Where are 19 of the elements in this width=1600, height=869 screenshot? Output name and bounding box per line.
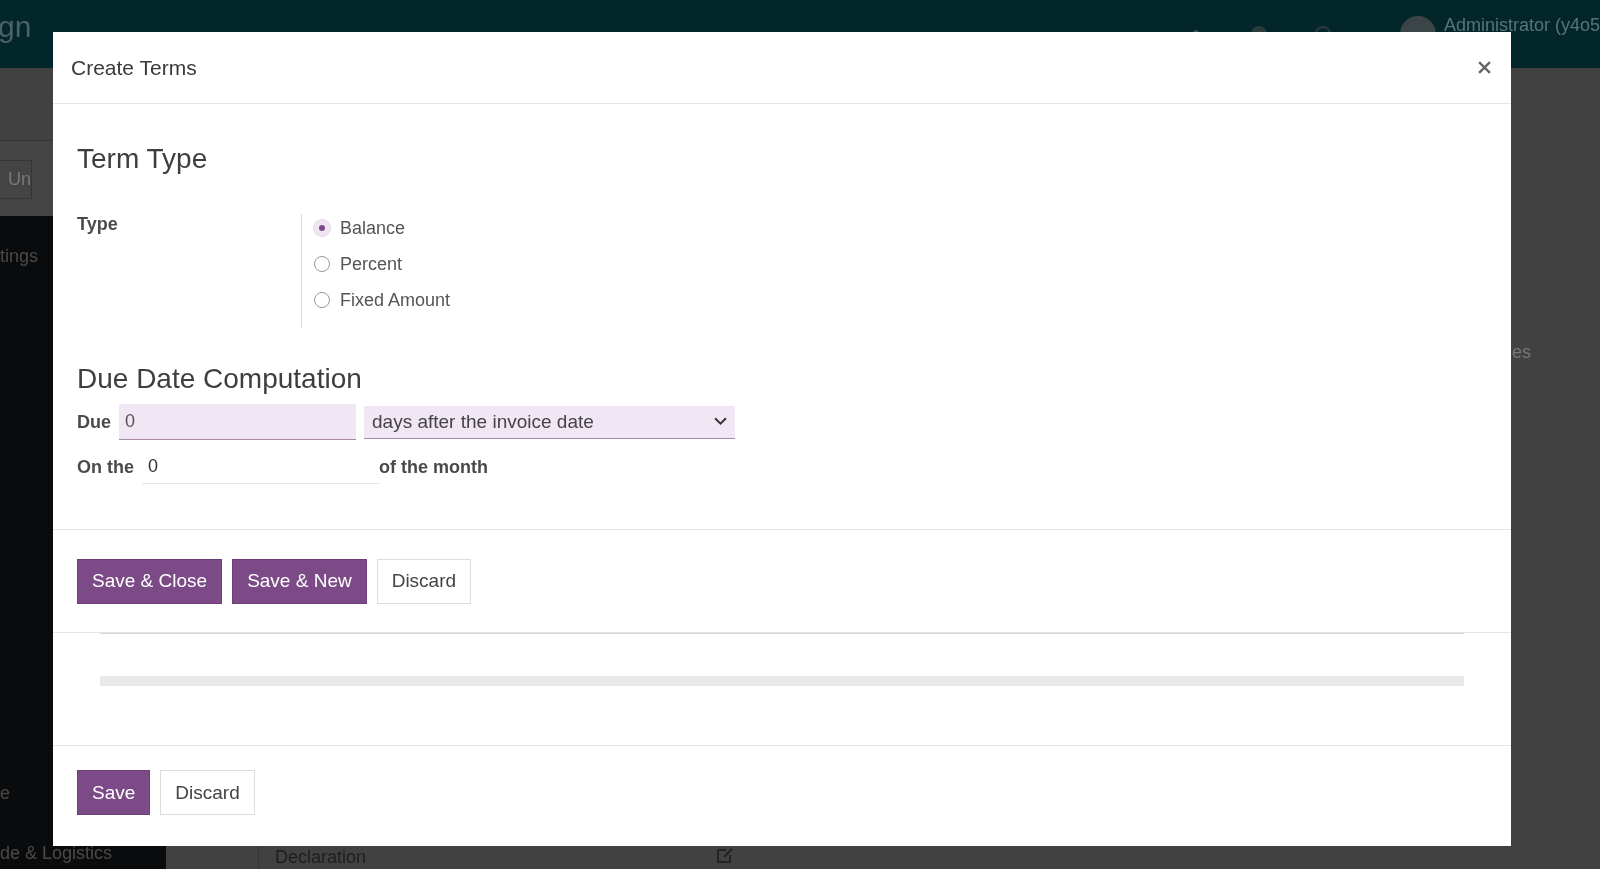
chevron-icon bbox=[714, 417, 727, 426]
footer-button[interactable]: Save bbox=[77, 770, 151, 815]
action-button[interactable]: Save & New bbox=[232, 558, 367, 604]
field-label: Type bbox=[77, 214, 119, 236]
radio-option[interactable]: Balance bbox=[314, 210, 451, 246]
field-label: On the bbox=[77, 456, 134, 478]
close-icon[interactable] bbox=[1476, 59, 1493, 76]
action-button[interactable]: Save & Close bbox=[77, 558, 223, 604]
input-field[interactable]: 0 bbox=[119, 404, 356, 440]
field-label: Due bbox=[77, 411, 111, 433]
section-heading: Due Date Computation bbox=[77, 364, 363, 394]
select-field[interactable]: days after the invoice date bbox=[364, 405, 735, 439]
radio-option[interactable]: Fixed Amount bbox=[314, 282, 451, 318]
footer-button[interactable]: Discard bbox=[160, 770, 255, 815]
radio-option[interactable]: Percent bbox=[314, 246, 451, 282]
dialog-title: Create Terms bbox=[71, 55, 198, 80]
field-label: of the month bbox=[379, 456, 488, 478]
action-button[interactable]: Discard bbox=[376, 558, 472, 604]
section-heading: Term Type bbox=[77, 144, 209, 174]
